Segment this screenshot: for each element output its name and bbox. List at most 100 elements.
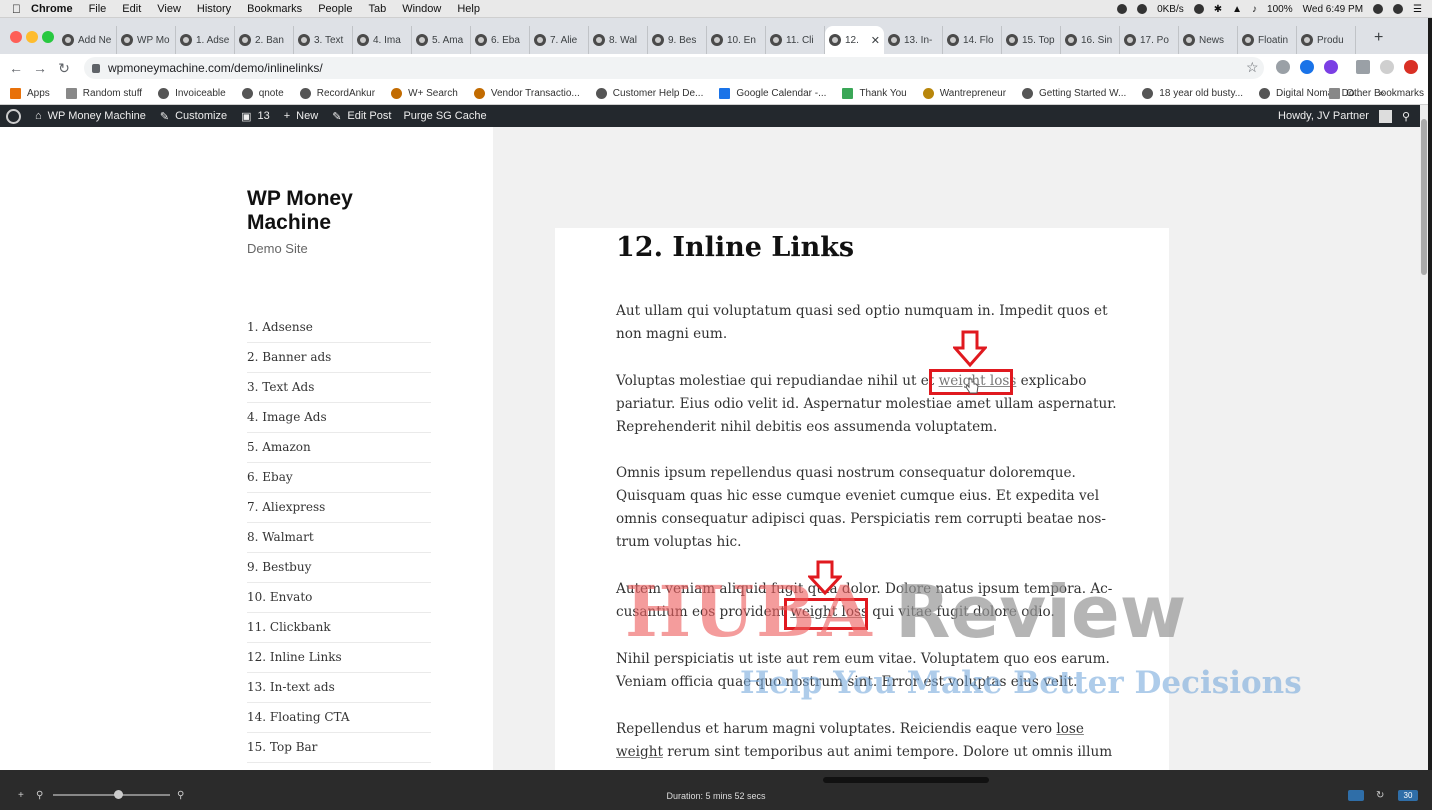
tab[interactable]: 2. Ban [235,26,294,54]
tab[interactable]: 6. Eba [471,26,530,54]
address-bar[interactable]: wpmoneymachine.com/demo/inlinelinks/ [84,57,1264,79]
tab[interactable]: 13. In- [884,26,943,54]
menu-help[interactable]: Help [457,3,480,15]
profile-avatar[interactable] [1380,60,1394,74]
extension-red-icon[interactable] [1404,60,1418,74]
site-title[interactable]: WP Money Machine [247,187,427,235]
scrollbar-thumb[interactable] [1421,119,1427,275]
loop-icon[interactable]: ↻ [1376,790,1384,801]
howdy-account[interactable]: Howdy, JV Partner [1278,110,1369,122]
bookmark-item[interactable]: RecordAnkur [299,87,375,99]
close-window-button[interactable] [10,31,22,43]
tab[interactable]: 8. Wal [589,26,648,54]
user-icon[interactable] [1373,4,1384,14]
sidebar-item-text-ads[interactable]: 3. Text Ads [247,373,431,403]
bookmark-item[interactable]: 18 year old busty... [1142,87,1243,99]
wp-purge-cache[interactable]: Purge SG Cache [403,110,486,122]
zoom-window-button[interactable] [42,31,54,43]
battery-level[interactable]: 100% [1267,4,1293,15]
bookmark-item[interactable]: Vendor Transactio... [473,87,580,99]
menu-file[interactable]: File [89,3,107,15]
pocket-extension-icon[interactable] [1276,60,1290,74]
scrollbar[interactable] [1420,105,1428,770]
timer-icon[interactable] [1193,4,1204,14]
minimize-window-button[interactable] [26,31,38,43]
clock[interactable]: Wed 6:49 PM [1303,4,1363,15]
timeline-handle[interactable] [823,777,989,783]
wp-site-menu[interactable]: ⌂ WP Money Machine [35,110,146,122]
v-extension-icon[interactable] [1300,60,1314,74]
bookmark-item[interactable]: W+ Search [391,87,458,99]
tab[interactable]: 1. Adse [176,26,235,54]
tab-active[interactable]: 12. ✕ [825,26,884,54]
bookmark-item[interactable]: Customer Help De... [595,87,703,99]
menu-bookmarks[interactable]: Bookmarks [247,3,302,15]
tab[interactable]: 9. Bes [648,26,707,54]
bookmark-star-icon[interactable]: ☆ [1246,59,1259,76]
cast-icon[interactable] [1356,60,1370,74]
tab[interactable]: 4. Ima [353,26,412,54]
other-bookmarks[interactable]: Other Bookmarks [1329,87,1424,99]
sidebar-item-aliexpress[interactable]: 7. Aliexpress [247,493,431,523]
tab[interactable]: Floatin [1238,26,1297,54]
wordpress-logo-icon[interactable] [6,108,21,124]
lose-weight-link[interactable]: weight [616,744,663,760]
menu-history[interactable]: History [197,3,231,15]
tab[interactable]: News [1179,26,1238,54]
tab[interactable]: 11. Cli [766,26,825,54]
lock-icon[interactable] [92,63,100,73]
tab[interactable]: 3. Text [294,26,353,54]
bookmark-item[interactable]: qnote [241,87,284,99]
sidebar-item-adsense[interactable]: 1. Adsense [247,313,431,343]
menu-people[interactable]: People [318,3,352,15]
spotlight-icon[interactable] [1393,4,1404,14]
sidebar-item-walmart[interactable]: 8. Walmart [247,523,431,553]
avatar[interactable] [1378,109,1392,123]
sidebar-item-inline-links[interactable]: 12. Inline Links [247,643,431,673]
close-tab-icon[interactable]: ✕ [871,34,880,47]
menu-chrome[interactable]: Chrome [31,3,73,15]
notification-center-icon[interactable]: ☰ [1413,4,1422,15]
purple-extension-icon[interactable] [1324,60,1338,74]
tab[interactable]: 14. Flo [943,26,1002,54]
sidebar-item-top-bar[interactable]: 15. Top Bar [247,733,431,763]
volume-icon[interactable]: ♪ [1252,4,1257,15]
sidebar-item-floating-cta[interactable]: 14. Floating CTA [247,703,431,733]
lose-weight-link[interactable]: lose [1056,721,1084,737]
tab[interactable]: 10. En [707,26,766,54]
sidebar-item-amazon[interactable]: 5. Amazon [247,433,431,463]
sidebar-item-envato[interactable]: 10. Envato [247,583,431,613]
sidebar-item-image-ads[interactable]: 4. Image Ads [247,403,431,433]
tab[interactable]: WP Mo [117,26,176,54]
bookmark-apps[interactable]: Apps [10,87,50,99]
bookmark-folder[interactable]: Random stuff [65,87,142,99]
wp-comments[interactable]: ▣ 13 [241,110,270,123]
bookmark-item[interactable]: Google Calendar -... [719,87,826,99]
wp-new[interactable]: + New [284,110,318,122]
wp-edit-post[interactable]: ✎ Edit Post [332,110,391,123]
url-text[interactable]: wpmoneymachine.com/demo/inlinelinks/ [108,61,323,75]
search-icon[interactable]: ⚲ [1402,110,1410,123]
tab[interactable]: 17. Po [1120,26,1179,54]
tab[interactable]: Produ [1297,26,1356,54]
bookmark-item[interactable]: Getting Started W... [1022,87,1126,99]
tab[interactable]: 15. Top [1002,26,1061,54]
apple-icon[interactable]:  [12,2,21,16]
menu-window[interactable]: Window [402,3,441,15]
menu-view[interactable]: View [157,3,181,15]
caption-button[interactable] [1348,790,1364,801]
bookmark-item[interactable]: Wantrepreneur [922,87,1006,99]
sidebar-item-in-text-ads[interactable]: 13. In-text ads [247,673,431,703]
tab[interactable]: 7. Alie [530,26,589,54]
wifi-icon[interactable]: ▲ [1232,4,1242,15]
bookmark-item[interactable]: Thank You [842,87,907,99]
tab[interactable]: Add Ne [58,26,117,54]
forward-button[interactable]: → [28,60,52,76]
record-icon[interactable] [1117,4,1128,14]
bookmark-item[interactable]: Invoiceable [158,87,226,99]
tab[interactable]: 16. Sin [1061,26,1120,54]
menu-tab[interactable]: Tab [368,3,386,15]
sidebar-item-bestbuy[interactable]: 9. Bestbuy [247,553,431,583]
tab[interactable]: 5. Ama [412,26,471,54]
sidebar-item-banner-ads[interactable]: 2. Banner ads [247,343,431,373]
